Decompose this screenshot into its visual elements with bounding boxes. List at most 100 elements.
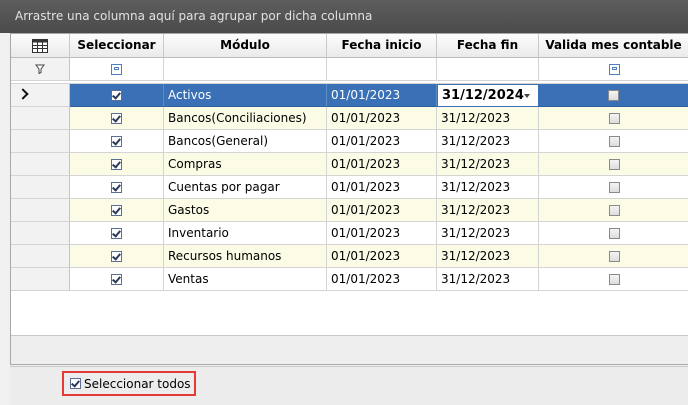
table-row[interactable]: Ventas 01/01/2023 31/12/2023 xyxy=(11,268,688,291)
row-select-checkbox[interactable] xyxy=(111,250,122,262)
modules-grid[interactable]: Seleccionar Módulo Fecha inicio Fecha fi… xyxy=(10,33,688,365)
cell-fecha-inicio[interactable]: 01/01/2023 xyxy=(327,199,437,222)
cell-modulo[interactable]: Gastos xyxy=(164,199,327,222)
cell-fecha-inicio[interactable]: 01/01/2023 xyxy=(327,245,437,268)
row-indicator[interactable] xyxy=(11,245,70,268)
cell-valida[interactable] xyxy=(539,222,688,245)
cell-fecha-inicio[interactable]: 01/01/2023 xyxy=(327,176,437,199)
cell-valida[interactable] xyxy=(539,84,688,107)
filter-fecha-fin[interactable] xyxy=(437,58,539,81)
cell-valida[interactable] xyxy=(539,130,688,153)
cell-fecha-inicio[interactable]: 01/01/2023 xyxy=(327,84,437,107)
filter-checkbox[interactable] xyxy=(608,63,620,75)
cell-seleccionar[interactable] xyxy=(70,245,164,268)
cell-fecha-fin[interactable]: 31/12/2023 xyxy=(437,245,539,268)
cell-seleccionar[interactable] xyxy=(70,130,164,153)
cell-fecha-fin[interactable]: 31/12/2023 xyxy=(437,153,539,176)
fecha-fin-editor[interactable]: 31/12/2024 xyxy=(437,84,539,107)
select-all-checkbox[interactable] xyxy=(70,378,81,389)
valida-checkbox[interactable] xyxy=(608,89,619,101)
row-indicator[interactable] xyxy=(11,153,70,176)
cell-modulo[interactable]: Recursos humanos xyxy=(164,245,327,268)
cell-fecha-fin[interactable]: 31/12/2023 xyxy=(437,107,539,130)
dropdown-arrow-icon[interactable] xyxy=(524,94,530,98)
select-all-label[interactable]: Seleccionar todos xyxy=(84,377,191,391)
row-indicator[interactable] xyxy=(11,84,70,107)
cell-seleccionar[interactable] xyxy=(70,107,164,130)
row-select-checkbox[interactable] xyxy=(111,89,122,101)
row-indicator[interactable] xyxy=(11,268,70,291)
group-by-panel[interactable]: Arrastre una columna aquí para agrupar p… xyxy=(0,0,688,33)
horizontal-scrollbar[interactable] xyxy=(11,335,688,364)
cell-modulo[interactable]: Bancos(General) xyxy=(164,130,327,153)
cell-fecha-fin[interactable]: 31/12/2023 xyxy=(437,222,539,245)
table-row[interactable]: Bancos(General) 01/01/2023 31/12/2023 xyxy=(11,130,688,153)
row-select-checkbox[interactable] xyxy=(111,112,122,124)
valida-checkbox[interactable] xyxy=(608,273,620,285)
column-chooser-button[interactable] xyxy=(11,34,70,58)
cell-modulo[interactable]: Cuentas por pagar xyxy=(164,176,327,199)
row-select-checkbox[interactable] xyxy=(111,158,122,170)
cell-fecha-fin[interactable]: 31/12/2023 xyxy=(437,130,539,153)
cell-fecha-fin[interactable]: 31/12/2023 xyxy=(437,176,539,199)
filter-seleccionar[interactable] xyxy=(70,58,164,81)
cell-valida[interactable] xyxy=(539,176,688,199)
column-header-fecha-fin[interactable]: Fecha fin xyxy=(437,34,539,58)
cell-seleccionar[interactable] xyxy=(70,84,164,107)
row-indicator[interactable] xyxy=(11,199,70,222)
table-row[interactable]: Activos 01/01/2023 31/12/2024 xyxy=(11,84,688,107)
row-select-checkbox[interactable] xyxy=(111,135,122,147)
cell-modulo[interactable]: Activos xyxy=(164,84,327,107)
cell-seleccionar[interactable] xyxy=(70,222,164,245)
cell-fecha-fin[interactable]: 31/12/2023 xyxy=(437,268,539,291)
cell-fecha-inicio[interactable]: 01/01/2023 xyxy=(327,130,437,153)
column-header-fecha-inicio[interactable]: Fecha inicio xyxy=(327,34,437,58)
valida-checkbox[interactable] xyxy=(608,158,620,170)
filter-row-indicator[interactable] xyxy=(11,58,70,81)
row-select-checkbox[interactable] xyxy=(111,204,122,216)
cell-valida[interactable] xyxy=(539,268,688,291)
valida-checkbox[interactable] xyxy=(608,250,620,262)
table-row[interactable]: Inventario 01/01/2023 31/12/2023 xyxy=(11,222,688,245)
filter-fecha-inicio[interactable] xyxy=(327,58,437,81)
filter-modulo[interactable] xyxy=(164,58,327,81)
table-row[interactable]: Gastos 01/01/2023 31/12/2023 xyxy=(11,199,688,222)
row-indicator[interactable] xyxy=(11,222,70,245)
table-row[interactable]: Recursos humanos 01/01/2023 31/12/2023 xyxy=(11,245,688,268)
row-select-checkbox[interactable] xyxy=(111,181,122,193)
select-all-highlight[interactable]: Seleccionar todos xyxy=(62,371,196,396)
valida-checkbox[interactable] xyxy=(608,112,620,124)
filter-checkbox[interactable] xyxy=(111,63,122,75)
cell-valida[interactable] xyxy=(539,245,688,268)
cell-fecha-inicio[interactable]: 01/01/2023 xyxy=(327,268,437,291)
valida-checkbox[interactable] xyxy=(608,204,620,216)
column-header-modulo[interactable]: Módulo xyxy=(164,34,327,58)
column-header-valida-mes-contable[interactable]: Valida mes contable xyxy=(539,34,688,58)
valida-checkbox[interactable] xyxy=(608,181,620,193)
valida-checkbox[interactable] xyxy=(608,227,620,239)
row-indicator[interactable] xyxy=(11,176,70,199)
row-indicator[interactable] xyxy=(11,130,70,153)
column-header-seleccionar[interactable]: Seleccionar xyxy=(70,34,164,58)
cell-seleccionar[interactable] xyxy=(70,153,164,176)
row-select-checkbox[interactable] xyxy=(111,227,122,239)
cell-seleccionar[interactable] xyxy=(70,176,164,199)
cell-valida[interactable] xyxy=(539,153,688,176)
cell-seleccionar[interactable] xyxy=(70,199,164,222)
cell-fecha-inicio[interactable]: 01/01/2023 xyxy=(327,222,437,245)
row-indicator[interactable] xyxy=(11,107,70,130)
table-row[interactable]: Compras 01/01/2023 31/12/2023 xyxy=(11,153,688,176)
cell-fecha-inicio[interactable]: 01/01/2023 xyxy=(327,107,437,130)
cell-modulo[interactable]: Inventario xyxy=(164,222,327,245)
row-select-checkbox[interactable] xyxy=(111,273,122,285)
cell-fecha-fin[interactable]: 31/12/2023 xyxy=(437,199,539,222)
cell-modulo[interactable]: Compras xyxy=(164,153,327,176)
table-row[interactable]: Bancos(Conciliaciones) 01/01/2023 31/12/… xyxy=(11,107,688,130)
fecha-fin-editor-value[interactable]: 31/12/2024 xyxy=(438,88,524,103)
cell-fecha-inicio[interactable]: 01/01/2023 xyxy=(327,153,437,176)
cell-modulo[interactable]: Bancos(Conciliaciones) xyxy=(164,107,327,130)
cell-seleccionar[interactable] xyxy=(70,268,164,291)
table-row[interactable]: Cuentas por pagar 01/01/2023 31/12/2023 xyxy=(11,176,688,199)
valida-checkbox[interactable] xyxy=(608,135,620,147)
cell-valida[interactable] xyxy=(539,107,688,130)
